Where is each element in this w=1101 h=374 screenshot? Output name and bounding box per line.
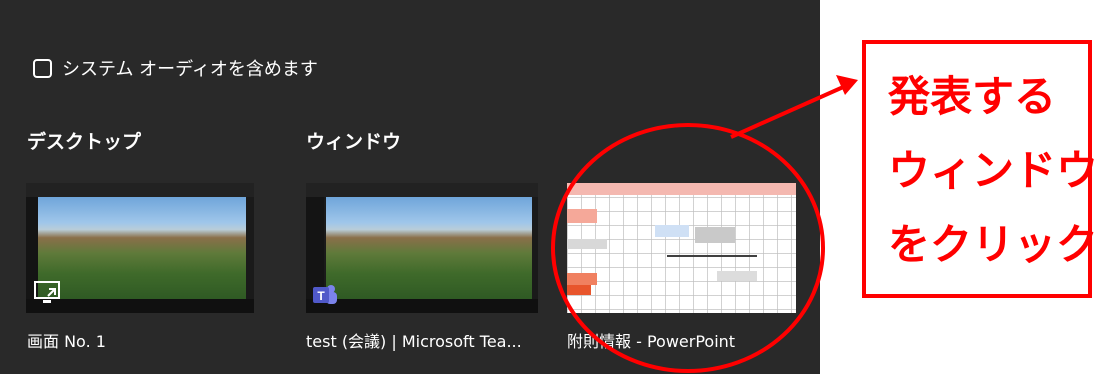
teams-window-thumbnail[interactable]: T <box>306 183 538 313</box>
landscape-preview-image <box>38 197 246 299</box>
annotation-arrowhead <box>836 75 858 95</box>
desktop-screen-1-label: 画面 No. 1 <box>27 332 106 351</box>
callout-line-2: ウィンドウ <box>888 146 1099 195</box>
desktop-section-title: デスクトップ <box>27 131 142 153</box>
powerpoint-window-thumbnail[interactable] <box>567 183 796 313</box>
teams-icon: T <box>313 285 337 304</box>
include-system-audio-checkbox[interactable] <box>33 58 52 78</box>
svg-text:T: T <box>317 289 325 303</box>
callout-line-3: をクリック <box>888 220 1099 269</box>
teams-window-label: test (会議) | Microsoft Tea... <box>306 332 522 351</box>
include-system-audio-option[interactable]: システム オーディオを含めます <box>33 55 318 81</box>
window-section-title: ウィンドウ <box>306 131 402 153</box>
desktop-screen-1-thumbnail[interactable] <box>26 183 254 313</box>
powerpoint-window-label: 附則情報 - PowerPoint <box>567 332 736 351</box>
callout-line-1: 発表する <box>888 72 1057 121</box>
screen-share-icon <box>34 281 60 303</box>
share-content-panel: システム オーディオを含めます デスクトップ ウィンドウ 画面 No. 1 T … <box>0 0 820 374</box>
include-system-audio-label: システム オーディオを含めます <box>62 59 318 80</box>
annotation-callout-box: 発表する ウィンドウ をクリック <box>862 40 1098 298</box>
landscape-preview-image <box>326 197 532 299</box>
